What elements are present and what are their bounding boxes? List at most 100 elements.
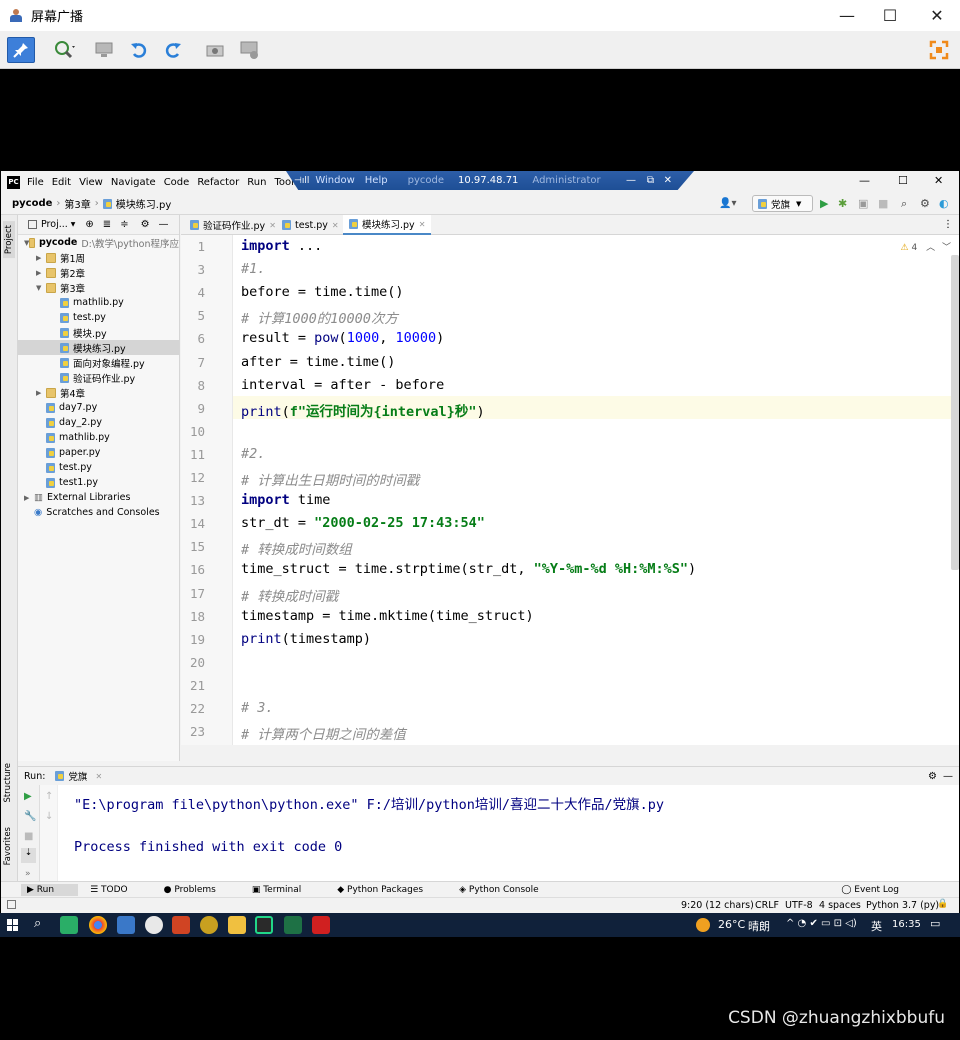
code-line[interactable]: print(timestamp) [241, 631, 371, 647]
tray-icons[interactable]: ^ ◔ ✔ ▭ ⊡ ◁) [786, 918, 857, 929]
status-toggle-icon[interactable] [7, 900, 16, 909]
menu-help[interactable]: Help [365, 175, 388, 186]
tree-item[interactable]: 面向对象编程.py [18, 355, 179, 370]
close-icon[interactable]: ✕ [95, 772, 102, 781]
status-indent[interactable]: 4 spaces [819, 900, 861, 911]
remote-minimize-icon[interactable]: — [626, 175, 636, 186]
rerun-icon[interactable]: ▶ [24, 791, 32, 802]
ime-indicator[interactable]: 英 [871, 918, 882, 934]
remote-restore-icon[interactable]: ⧉ [647, 175, 654, 186]
run-icon[interactable]: ▶ [820, 197, 828, 210]
close-icon[interactable]: ✕ [332, 221, 339, 230]
menu-navigate[interactable]: Navigate [111, 177, 156, 188]
code-line[interactable]: print(f"运行时间为{interval}秒") [241, 400, 485, 420]
chevron-up-icon[interactable]: ︿ [926, 243, 935, 253]
clock[interactable]: 16:35 [892, 919, 921, 930]
up-arrow-icon[interactable]: ↑ [45, 791, 53, 802]
more-icon[interactable]: » [25, 869, 31, 879]
undo-button[interactable] [125, 37, 153, 63]
search-icon[interactable]: ⌕ [34, 916, 41, 931]
collapse-icon[interactable]: ≣ [103, 219, 111, 230]
tree-item[interactable]: paper.py [18, 445, 179, 460]
record-button[interactable] [236, 37, 264, 63]
status-position[interactable]: 9:20 (12 chars) [681, 900, 754, 911]
menu-refactor[interactable]: Refactor [197, 177, 239, 188]
weather-temp[interactable]: 26°C [718, 918, 745, 931]
tree-item[interactable]: 验证码作业.py [18, 370, 179, 385]
code-line[interactable]: # 计算两个日期之间的差值 [241, 723, 406, 743]
monitor-tool-button[interactable] [90, 37, 118, 63]
tabs-menu-icon[interactable]: ⋮ [943, 219, 953, 230]
chevron-down-icon[interactable]: ▼ [36, 284, 46, 292]
code-line[interactable]: after = time.time() [241, 354, 395, 370]
breadcrumb-file[interactable]: 模块练习.py [116, 196, 171, 211]
gear-icon[interactable]: ⚙ [920, 197, 930, 210]
tree-item[interactable]: ▼ 第3章 [18, 280, 179, 295]
tree-item[interactable]: test.py [18, 460, 179, 475]
start-icon[interactable] [7, 919, 19, 931]
pin-remote-icon[interactable]: ⊣ıll [294, 176, 309, 186]
code-line[interactable]: time_struct = time.strptime(str_dt, "%Y-… [241, 561, 696, 577]
coverage-icon[interactable]: ▣ [858, 197, 868, 210]
breadcrumb-project[interactable]: pycode [12, 198, 52, 209]
bottom-tab-problems[interactable]: ● Problems [164, 885, 234, 895]
tree-external-libraries[interactable]: ▶ ▥ External Libraries [18, 490, 179, 505]
locate-icon[interactable]: ⊕ [85, 219, 93, 230]
menu-edit[interactable]: Edit [52, 177, 71, 188]
tab-module-practice[interactable]: 模块练习.py ✕ [343, 215, 432, 235]
lock-icon[interactable]: 🔒 [937, 899, 948, 909]
fullscreen-button[interactable] [925, 37, 953, 63]
stop-icon[interactable]: ■ [878, 197, 888, 210]
hide-icon[interactable]: — [159, 219, 169, 230]
status-interpreter[interactable]: Python 3.7 (py) [866, 900, 939, 911]
bottom-tab-run[interactable]: ▶ Run [21, 883, 79, 896]
hide-icon[interactable]: — [943, 771, 953, 782]
wrench-icon[interactable]: 🔧 [24, 811, 36, 822]
tree-item[interactable]: test.py [18, 310, 179, 325]
pycharm-taskbar-icon[interactable] [255, 916, 273, 934]
tree-item[interactable]: 模块.py [18, 325, 179, 340]
project-tool-tab[interactable]: Project [3, 221, 15, 259]
expand-icon[interactable]: ≑ [120, 219, 128, 230]
maximize-button[interactable]: ☐ [867, 0, 913, 31]
code-line[interactable]: #1. [241, 261, 265, 277]
menu-window[interactable]: Window [315, 175, 354, 186]
tree-item[interactable]: mathlib.py [18, 295, 179, 310]
structure-tool-tab[interactable]: Structure [3, 763, 13, 803]
editor-scrollbar[interactable] [951, 255, 959, 570]
message-icon[interactable] [145, 916, 163, 934]
tree-item[interactable]: ▶ 第1周 [18, 250, 179, 265]
bottom-tab-python-packages[interactable]: ◆ Python Packages [337, 885, 441, 895]
project-view-dropdown[interactable]: Proj... [41, 219, 68, 230]
ide-close-button[interactable]: ✕ [934, 174, 943, 187]
menu-file[interactable]: File [27, 177, 44, 188]
code-line[interactable]: #2. [241, 446, 265, 462]
bottom-tab-todo[interactable]: ☰ TODO [90, 885, 146, 895]
explorer-icon[interactable] [228, 916, 246, 934]
tree-root[interactable]: ▼ pycode D:\教学\python程序应 [18, 235, 179, 250]
pin-tool-button[interactable] [7, 37, 35, 63]
code-line[interactable]: # 转换成时间数组 [241, 538, 352, 558]
powerpoint-icon[interactable] [172, 916, 190, 934]
menu-code[interactable]: Code [164, 177, 190, 188]
code-line[interactable]: # 3. [241, 700, 274, 716]
chevron-right-icon[interactable]: ▶ [24, 494, 34, 502]
tree-item[interactable]: day7.py [18, 400, 179, 415]
code-line[interactable]: # 计算1000的10000次方 [241, 307, 398, 327]
stop-icon[interactable]: ■ [24, 831, 33, 842]
chevron-down-icon[interactable]: ﹀ [942, 243, 951, 253]
notification-icon[interactable]: ▭ [930, 917, 940, 930]
status-encoding[interactable]: UTF-8 [785, 900, 813, 911]
chevron-right-icon[interactable]: ▶ [36, 254, 46, 262]
app-icon[interactable] [117, 916, 135, 934]
wechat-icon[interactable] [60, 916, 78, 934]
snapshot-button[interactable] [201, 37, 229, 63]
chrome-icon[interactable] [89, 916, 107, 934]
search-icon[interactable]: ⌕ [901, 197, 907, 211]
code-line[interactable]: import ... [241, 238, 322, 254]
debug-icon[interactable]: ✱ [838, 197, 847, 210]
code-line[interactable]: result = pow(1000, 10000) [241, 330, 444, 346]
chevron-right-icon[interactable]: ▶ [36, 269, 46, 277]
excel-icon[interactable] [284, 916, 302, 934]
tree-item[interactable]: ▶ 第4章 [18, 385, 179, 400]
